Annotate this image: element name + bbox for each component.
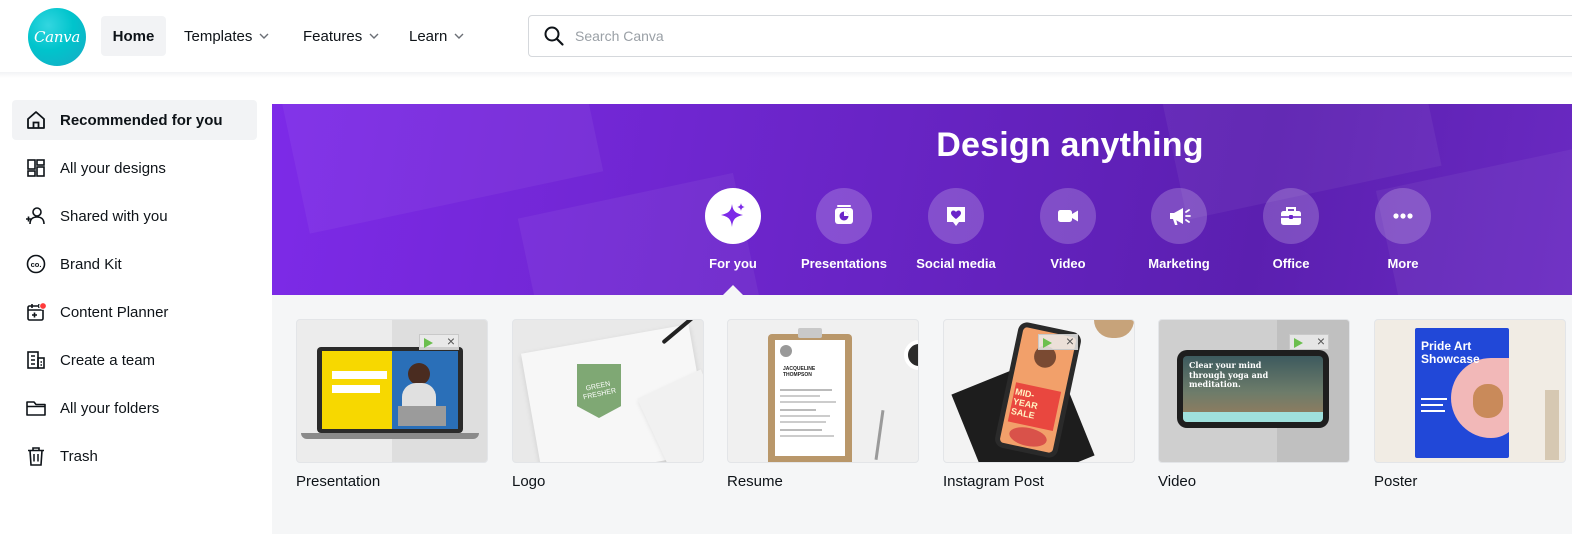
resume-name: JACQUELINE THOMPSON	[783, 366, 816, 378]
sidebar-item-brand-kit[interactable]: co. Brand Kit	[12, 244, 257, 284]
more-dots-icon	[1375, 188, 1431, 244]
nav-learn[interactable]: Learn	[409, 16, 465, 56]
search-input[interactable]	[575, 28, 1475, 44]
briefcase-icon	[1263, 188, 1319, 244]
megaphone-icon	[1151, 188, 1207, 244]
presentation-icon	[816, 188, 872, 244]
video-camera-icon	[1040, 188, 1096, 244]
design-card-label: Video	[1158, 473, 1197, 490]
search-bar[interactable]	[528, 15, 1572, 57]
logo-badge-text: GREEN FRESHER	[582, 380, 617, 402]
chevron-down-icon	[454, 33, 464, 39]
sidebar-item-label: Shared with you	[60, 207, 168, 225]
category-label: Video	[1050, 256, 1086, 271]
heart-chat-icon	[928, 188, 984, 244]
design-card-label: Logo	[512, 473, 546, 490]
design-card-label: Resume	[727, 473, 783, 490]
nav-templates[interactable]: Templates	[184, 16, 270, 56]
sidebar: Recommended for you All your designs Sha…	[12, 100, 257, 484]
building-icon	[25, 349, 47, 371]
top-bar-divider	[0, 72, 1572, 78]
design-card-label: Poster	[1374, 473, 1418, 490]
design-card-logo[interactable]: GREEN FRESHER Logo	[512, 319, 704, 490]
category-marketing[interactable]: Marketing	[1124, 188, 1234, 271]
category-office[interactable]: Office	[1236, 188, 1346, 271]
category-label: Social media	[916, 256, 996, 271]
design-card-poster[interactable]: Pride Art Showcase Poster	[1374, 319, 1566, 490]
category-presentations[interactable]: Presentations	[789, 188, 899, 271]
video-overlay-text: Clear your mind through yoga and meditat…	[1189, 360, 1269, 389]
instagram-post-thumbnail: MID-YEAR SALE	[943, 319, 1135, 463]
logo-text: Canva	[34, 28, 80, 46]
nav-features[interactable]: Features	[303, 16, 380, 56]
shared-users-icon	[25, 205, 47, 227]
nav-home[interactable]: Home	[101, 16, 166, 56]
resume-thumbnail: JACQUELINE THOMPSON	[727, 319, 919, 463]
top-bar: Canva Home Templates Features Learn	[0, 0, 1572, 72]
hero-title: Design anything	[936, 126, 1204, 164]
trash-icon	[25, 445, 47, 467]
hero-banner: Design anything For you Presentations So…	[272, 104, 1572, 295]
canva-logo[interactable]: Canva	[28, 8, 86, 66]
design-card-label: Instagram Post	[943, 473, 1044, 490]
nav-templates-label: Templates	[184, 27, 253, 45]
brand-kit-icon: co.	[25, 253, 47, 275]
search-icon	[544, 26, 564, 46]
sidebar-item-label: Create a team	[60, 351, 156, 369]
category-for-you[interactable]: For you	[678, 188, 788, 271]
sidebar-item-label: Brand Kit	[60, 255, 122, 273]
design-card-label: Presentation	[296, 473, 381, 490]
sidebar-item-label: All your designs	[60, 159, 166, 177]
video-thumbnail: Clear your mind through yoga and meditat…	[1158, 319, 1350, 463]
chevron-down-icon	[259, 33, 269, 39]
sidebar-item-shared[interactable]: Shared with you	[12, 196, 257, 236]
active-category-pointer	[722, 285, 744, 295]
poster-thumbnail: Pride Art Showcase	[1374, 319, 1566, 463]
ad-badge	[1038, 333, 1078, 350]
logo-thumbnail: GREEN FRESHER	[512, 319, 704, 463]
category-more[interactable]: More	[1348, 188, 1458, 271]
sidebar-item-recommended[interactable]: Recommended for you	[12, 100, 257, 140]
sidebar-item-label: Content Planner	[60, 303, 169, 321]
sidebar-item-label: All your folders	[60, 399, 160, 417]
sparkle-icon	[705, 188, 761, 244]
category-label: Presentations	[801, 256, 887, 271]
poster-title-text: Pride Art Showcase	[1421, 339, 1480, 366]
calendar-icon	[25, 301, 47, 323]
category-social-media[interactable]: Social media	[901, 188, 1011, 271]
sidebar-item-folders[interactable]: All your folders	[12, 388, 257, 428]
presentation-thumbnail	[296, 319, 488, 463]
home-icon	[25, 109, 47, 131]
category-label: For you	[709, 256, 757, 271]
category-label: Office	[1272, 256, 1310, 271]
sidebar-item-label: Recommended for you	[60, 111, 223, 129]
sidebar-item-create-team[interactable]: Create a team	[12, 340, 257, 380]
design-card-resume[interactable]: JACQUELINE THOMPSON Resume	[727, 319, 919, 490]
design-card-video[interactable]: Clear your mind through yoga and meditat…	[1158, 319, 1350, 490]
ad-badge	[419, 333, 459, 350]
sidebar-item-label: Trash	[60, 447, 98, 465]
nav-learn-label: Learn	[409, 27, 448, 45]
sidebar-item-trash[interactable]: Trash	[12, 436, 257, 476]
design-card-instagram-post[interactable]: MID-YEAR SALE Instagram Post	[943, 319, 1135, 490]
nav-features-label: Features	[303, 27, 363, 45]
category-video[interactable]: Video	[1013, 188, 1123, 271]
grid-icon	[25, 157, 47, 179]
chevron-down-icon	[369, 33, 379, 39]
svg-text:co.: co.	[31, 260, 42, 269]
ad-badge	[1289, 333, 1329, 350]
folder-icon	[25, 397, 47, 419]
category-label: More	[1387, 256, 1419, 271]
category-label: Marketing	[1148, 256, 1210, 271]
sidebar-item-content-planner[interactable]: Content Planner	[12, 292, 257, 332]
main-content: Design anything For you Presentations So…	[272, 104, 1572, 534]
design-card-presentation[interactable]: Presentation	[296, 319, 488, 490]
sidebar-item-all-designs[interactable]: All your designs	[12, 148, 257, 188]
